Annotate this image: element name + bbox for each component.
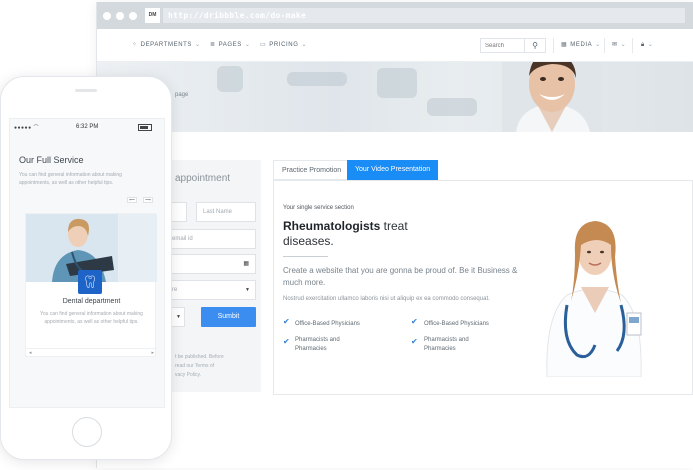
grid-icon: ⁘ [132,42,138,48]
tab-practice-promotion[interactable]: Practice Promotion [273,160,351,180]
nav-pricing-label: PRICING [269,42,299,48]
chevron-down-icon: ⌄ [244,42,251,48]
privacy-note-line: t be published. Before [175,354,224,360]
phone-speaker [75,89,97,92]
doctor-portrait-image [502,62,602,132]
main-content: appointment Last Name email id ▦ re ▼ ▼ … [97,132,693,468]
privacy-note-line[interactable]: vacy Policy. [175,371,260,380]
card-title: Dental department [62,298,121,305]
appointment-title: appointment [175,173,231,184]
divider [283,256,328,257]
window-dot-icon[interactable] [116,12,124,20]
privacy-note-line[interactable]: read our Terms of [175,362,260,371]
prev-arrow-icon[interactable]: ⟵ [127,197,137,203]
nav-departments[interactable]: ⁘ DEPARTMENTS ⌄ [132,41,201,48]
feature-item: Pharmacists and Pharmacies [424,337,469,352]
chevron-down-icon: ⌄ [647,42,654,48]
check-icon: ✔ [283,337,290,346]
chevron-down-icon: ⌄ [595,42,601,48]
nav-divider [632,38,633,53]
chevron-down-icon: ⌄ [620,42,627,48]
nav-departments-label: DEPARTMENTS [140,42,193,48]
check-icon: ✔ [411,337,418,346]
feature-item: Office-Based Physicians [424,321,489,327]
nav-pages-label: PAGES [218,42,242,48]
window-dot-icon[interactable] [103,12,111,20]
feature-item: Pharmacists and Pharmacies [295,337,340,352]
card-scrollbar[interactable]: ◂ ▸ [26,348,157,356]
site-logo[interactable]: DM [145,8,160,23]
signal-icon: ●●●●● ⌒ [14,125,39,131]
window-dot-icon[interactable] [129,12,137,20]
section-eyebrow: Your single service section [283,205,354,211]
check-icon: ✔ [283,317,290,326]
email-field[interactable]: email id [165,229,256,249]
nurse-image [546,221,642,377]
hero-background-shape [287,72,347,86]
nav-account[interactable]: 🔒︎ ⌄ [641,41,653,49]
heading-bold: Rheumatologists [283,219,381,233]
home-button[interactable] [72,417,102,447]
service-card[interactable]: 🦷︎ Dental department You can find genera… [25,213,157,357]
department-select-value: re [172,287,178,293]
main-navbar: ⁘DEPARTMENTS⌄ ≣PAGES⌄ ▭PRICING⌄ ⚲ ▦MEDIA… [97,29,693,62]
scroll-right-icon[interactable]: ▸ [151,350,154,356]
body-text: Nostrud exercitation ullamco laboris nis… [283,296,490,302]
nav-pages[interactable]: ≣ PAGES ⌄ [210,41,251,48]
lock-icon: 🔒︎ [641,42,645,48]
tab-video-presentation[interactable]: Your Video Presentation [347,160,439,180]
calendar-icon: ▦ [243,261,249,267]
phone-screen: ●●●●● ⌒ 6:32 PM Our Full Service You can… [9,118,165,408]
caret-down-icon: ▼ [245,287,250,293]
hero-banner: page [97,62,693,132]
hero-background-shape [377,68,417,98]
scroll-left-icon[interactable]: ◂ [29,350,32,356]
privacy-note: t be published. Before read our Terms of… [175,353,260,380]
address-bar[interactable]: http://dribbble.com/do-make [163,8,685,23]
status-bar: ●●●●● ⌒ 6:32 PM [10,119,164,135]
chevron-down-icon: ⌄ [301,42,308,48]
service-description: You can find general information about m… [19,172,122,186]
date-field[interactable]: ▦ [165,254,256,274]
service-title: Our Full Service [19,155,84,165]
submit-button[interactable]: Sumbit [201,307,256,327]
envelope-icon: ✉ [612,42,618,48]
tooth-icon: 🦷︎ [78,270,102,294]
caret-down-icon: ▼ [176,314,181,320]
hero-background-shape [427,98,477,116]
nav-divider [553,38,554,53]
nav-pricing[interactable]: ▭ PRICING ⌄ [260,41,307,48]
phone-mockup: ●●●●● ⌒ 6:32 PM Our Full Service You can… [0,76,172,460]
next-arrow-icon[interactable]: ⟶ [143,197,153,203]
section-heading: Rheumatologists treat diseases. [283,219,443,249]
nav-media-label: MEDIA [570,42,593,48]
status-time: 6:32 PM [76,124,99,130]
nav-media[interactable]: ▦ MEDIA ⌄ [561,41,601,48]
search-input[interactable] [480,38,525,53]
breadcrumb: page [175,92,189,98]
nav-mail[interactable]: ✉ ⌄ [612,41,626,48]
browser-chrome: DM http://dribbble.com/do-make [97,2,693,29]
card-icon: ▭ [260,42,267,48]
lead-text: Create a website that you are gonna be p… [283,266,518,287]
media-icon: ▦ [561,42,568,48]
nav-divider [604,38,605,53]
check-icon: ✔ [411,317,418,326]
hero-background-shape [217,66,243,92]
feature-item: Office-Based Physicians [295,321,360,327]
last-name-field[interactable]: Last Name [196,202,256,222]
department-select[interactable]: re ▼ [165,280,256,300]
search-icon[interactable]: ⚲ [525,38,546,53]
battery-icon [138,124,152,131]
chevron-down-icon: ⌄ [195,42,201,48]
browser-window: DM http://dribbble.com/do-make ⁘ DEPARTME… [96,2,693,468]
card-description: You can find general information about m… [40,311,143,325]
list-icon: ≣ [210,42,216,48]
